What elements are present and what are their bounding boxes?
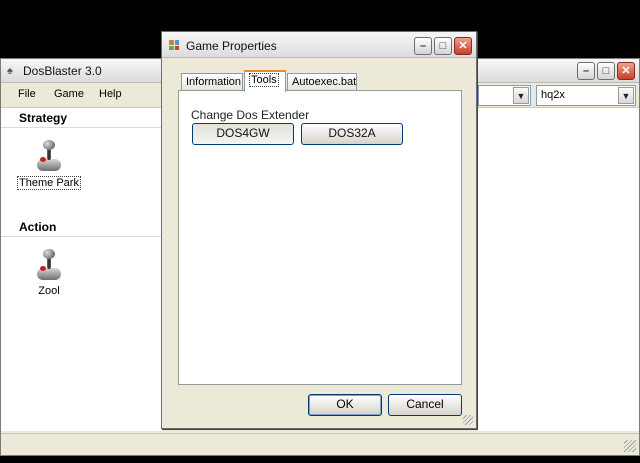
dos-extender-label: Change Dos Extender xyxy=(191,108,310,122)
game-item-theme-park[interactable]: Theme Park xyxy=(17,140,81,190)
ok-button[interactable]: OK xyxy=(308,394,382,416)
tab-information[interactable]: Information xyxy=(181,73,243,91)
dialog-caption-buttons: – □ ✕ xyxy=(414,37,472,55)
tools-panel: Change Dos Extender DOS4GW DOS32A xyxy=(178,90,462,385)
dialog-title-bar[interactable]: Game Properties – □ ✕ xyxy=(162,32,476,58)
game-label: Theme Park xyxy=(17,176,81,190)
chevron-down-icon[interactable]: ▼ xyxy=(618,87,634,104)
resize-grip-icon[interactable] xyxy=(463,415,473,425)
dos32a-button[interactable]: DOS32A xyxy=(301,123,403,145)
right-pane xyxy=(478,107,639,431)
group-header-action: Action xyxy=(1,217,162,237)
game-item-zool[interactable]: Zool xyxy=(17,249,81,297)
menu-help[interactable]: Help xyxy=(99,88,122,100)
close-icon[interactable]: ✕ xyxy=(617,62,635,80)
render-mode-select[interactable]: ▼ xyxy=(478,85,531,106)
minimize-icon[interactable]: – xyxy=(577,62,595,80)
game-label: Zool xyxy=(38,285,60,297)
main-window-title: DosBlaster 3.0 xyxy=(23,64,102,78)
joystick-icon xyxy=(37,140,61,172)
status-bar xyxy=(1,433,639,455)
tab-autoexec[interactable]: Autoexec.bat xyxy=(287,73,357,91)
menu-file[interactable]: File xyxy=(18,88,36,100)
joystick-icon xyxy=(37,249,61,281)
cancel-button[interactable]: Cancel xyxy=(388,394,462,416)
game-properties-dialog: Game Properties – □ ✕ Information Tools … xyxy=(161,31,477,429)
chevron-down-icon[interactable]: ▼ xyxy=(513,87,529,104)
main-caption-buttons: – □ ✕ xyxy=(577,62,635,80)
app-icon: ♠ xyxy=(7,65,13,77)
resize-grip-icon[interactable] xyxy=(624,440,636,452)
maximize-icon[interactable]: □ xyxy=(434,37,452,55)
game-list: Strategy Theme Park Action Zool xyxy=(1,107,162,431)
tab-tools[interactable]: Tools xyxy=(244,70,286,92)
scaler-value: hq2x xyxy=(541,89,565,101)
close-icon[interactable]: ✕ xyxy=(454,37,472,55)
group-header-strategy: Strategy xyxy=(1,108,162,128)
maximize-icon[interactable]: □ xyxy=(597,62,615,80)
minimize-icon[interactable]: – xyxy=(414,37,432,55)
properties-icon xyxy=(169,40,179,50)
dialog-title: Game Properties xyxy=(186,39,277,53)
tab-tools-label: Tools xyxy=(249,73,279,87)
menu-game[interactable]: Game xyxy=(54,88,84,100)
dos4gw-button[interactable]: DOS4GW xyxy=(192,123,294,145)
scaler-select[interactable]: hq2x ▼ xyxy=(536,85,636,106)
